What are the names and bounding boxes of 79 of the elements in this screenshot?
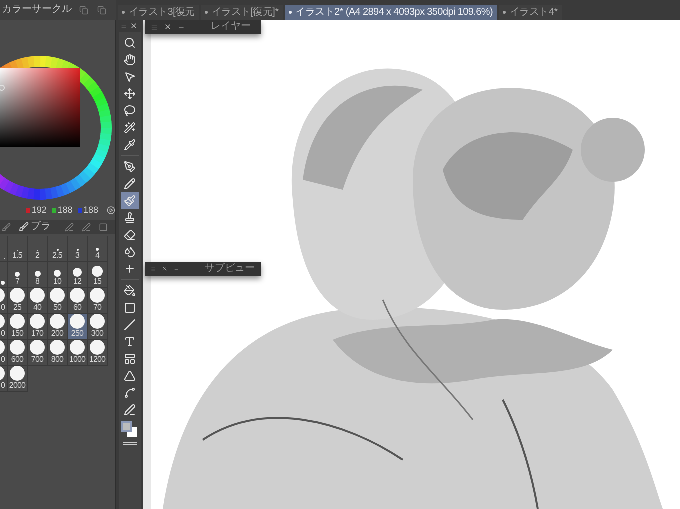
frame-icon (124, 352, 136, 364)
close-icon[interactable] (130, 22, 138, 30)
channel-value: 188 (58, 206, 73, 214)
picker-handle[interactable] (0, 85, 5, 91)
channel-value: 192 (32, 206, 47, 214)
brush-size-cell[interactable]: 3 (68, 236, 88, 262)
brush-size-cell[interactable]: 2 (28, 236, 48, 262)
wand-icon (124, 122, 136, 134)
pointer-icon (124, 70, 136, 82)
stamp-icon (124, 212, 136, 224)
pen-tab-icon[interactable] (82, 222, 91, 232)
brush-size-cell[interactable]: 1000 (68, 340, 88, 366)
close-icon[interactable] (162, 265, 168, 273)
pen-tab-icon[interactable] (65, 222, 74, 232)
brush-size-cell[interactable]: 800 (48, 340, 68, 366)
brush-size-cell[interactable]: 70 (88, 288, 108, 314)
brush-size-cell[interactable]: 0 (0, 366, 8, 392)
brush-size-cell[interactable]: 300 (88, 314, 108, 340)
brush-size-cell[interactable]: 8 (28, 262, 48, 288)
paint-bucket-icon (124, 284, 136, 296)
panel-icon[interactable] (96, 6, 108, 14)
brush-size-cell[interactable]: 60 (68, 288, 88, 314)
brush-size-cell[interactable]: 2000 (8, 366, 28, 392)
brush-size-cell[interactable]: 150 (8, 314, 28, 340)
document-tab[interactable]: イラスト4* (499, 5, 562, 20)
play-circle-icon[interactable] (106, 204, 115, 216)
brush-size-cell[interactable]: 10 (48, 262, 68, 288)
document-tab[interactable]: イラスト3[復元 (118, 5, 199, 20)
brush-tool-button[interactable] (120, 192, 138, 209)
brush-size-cell[interactable]: 4 (88, 236, 108, 262)
curve-icon (124, 386, 136, 398)
brush-icon (124, 194, 136, 206)
move-icon (124, 88, 136, 100)
brush-size-cell[interactable]: 0 (0, 314, 8, 340)
panel-title: サブビュー (205, 264, 255, 274)
panel-title: カラーサークル (2, 5, 72, 15)
brush-size-cell[interactable]: 1200 (88, 340, 108, 366)
document-tab[interactable]: イラスト2* (A4 2894 x 4093px 350dpi 109.6%) (284, 5, 498, 20)
eraser-icon (124, 228, 136, 240)
lasso-icon (124, 104, 136, 116)
color-swatch-drawing[interactable] (120, 420, 140, 440)
tab-icon[interactable] (99, 222, 108, 232)
brush-size-cell[interactable]: 15 (88, 262, 108, 288)
channel-swatch-icon (26, 208, 30, 212)
brush-size-cell[interactable]: 25 (8, 288, 28, 314)
brush-size-cell[interactable]: 0 (0, 340, 8, 366)
eyedropper-icon (124, 138, 136, 150)
hand-icon (124, 54, 136, 66)
brush-size-cell[interactable]: 40 (28, 288, 48, 314)
channel-swatch-icon (52, 208, 56, 212)
transparent-color-icon[interactable] (122, 442, 136, 445)
document-tab[interactable]: イラスト[復元]* (200, 5, 283, 20)
pen-line-icon (124, 404, 136, 416)
brush-size-cell[interactable]: 50 (48, 288, 68, 314)
line-icon (124, 318, 136, 330)
plus-icon (124, 262, 136, 274)
brush-tab[interactable]: ブラ (19, 222, 51, 232)
brush-tab-icon[interactable] (2, 222, 11, 232)
brush-size-cell[interactable]: 700 (28, 340, 48, 366)
brush-size-cell[interactable]: 250 (68, 314, 88, 340)
channel-value: 188 (84, 206, 99, 214)
search-icon (124, 36, 136, 48)
brush-size-cell[interactable]: 0 (0, 288, 8, 314)
pen-icon (124, 160, 136, 172)
brush-size-cell[interactable]: 1.5 (8, 236, 28, 262)
close-icon[interactable] (164, 23, 172, 31)
brush-size-cell[interactable]: 7 (8, 262, 28, 288)
color-square[interactable] (0, 68, 80, 147)
brush-size-cell[interactable]: 12 (68, 262, 88, 288)
panel-icon[interactable] (78, 6, 90, 14)
panel-title: レイヤー (211, 22, 251, 32)
brush-size-cell[interactable]: 2.5 (48, 236, 68, 262)
brush-icon (19, 222, 29, 232)
pencil-icon (124, 178, 136, 190)
brush-size-cell[interactable]: 170 (28, 314, 48, 340)
brush-size-cell[interactable]: 600 (8, 340, 28, 366)
droplets-icon (124, 246, 136, 258)
channel-swatch-icon (78, 208, 82, 212)
text-icon (124, 336, 136, 348)
